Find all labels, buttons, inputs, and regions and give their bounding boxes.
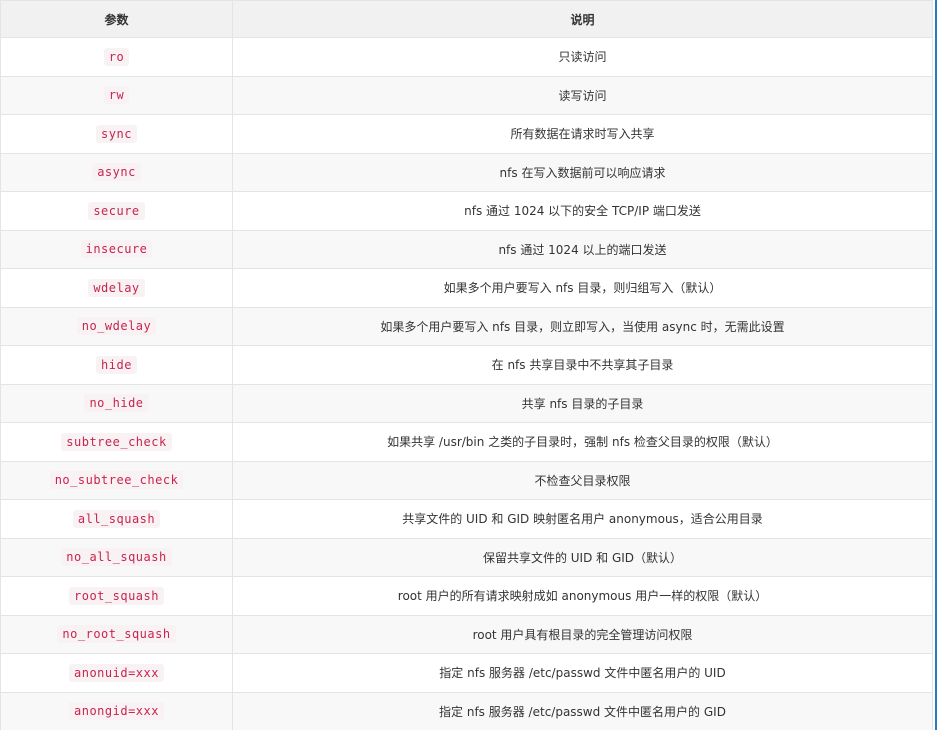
table-row: anongid=xxx 指定 nfs 服务器 /etc/passwd 文件中匿名用… (0, 691, 933, 730)
param-cell: no_subtree_check (0, 460, 233, 500)
table-body: ro 只读访问 rw 读写访问 sync 所有数据在请求时写入共享 async nfs … (0, 37, 933, 730)
param-code: no_root_squash (57, 625, 176, 644)
param-cell: anonuid=xxx (0, 653, 233, 693)
param-cell: sync (0, 114, 233, 154)
nfs-options-table: 参数 说明 ro 只读访问 rw 读写访问 sync 所有数据在请求时写入共享 asy… (0, 0, 933, 730)
table-row: sync 所有数据在请求时写入共享 (0, 114, 933, 154)
param-cell: ro (0, 37, 233, 77)
param-code: subtree_check (61, 432, 172, 451)
param-code: root_squash (69, 586, 164, 605)
table-row: anonuid=xxx 指定 nfs 服务器 /etc/passwd 文件中匿名用… (0, 653, 933, 693)
header-param: 参数 (0, 0, 233, 38)
page: 参数 说明 ro 只读访问 rw 读写访问 sync 所有数据在请求时写入共享 asy… (0, 0, 937, 730)
description-cell: nfs 通过 1024 以下的安全 TCP/IP 端口发送 (232, 191, 933, 231)
param-cell: rw (0, 75, 233, 115)
description-cell: root 用户具有根目录的完全管理访问权限 (232, 614, 933, 654)
param-code: no_hide (84, 394, 149, 413)
param-cell: anongid=xxx (0, 691, 233, 730)
param-cell: root_squash (0, 576, 233, 616)
table-row: no_wdelay 如果多个用户要写入 nfs 目录，则立即写入，当使用 asyn… (0, 306, 933, 346)
description-cell: 共享 nfs 目录的子目录 (232, 383, 933, 423)
description-cell: nfs 通过 1024 以上的端口发送 (232, 229, 933, 269)
table-header: 参数 说明 (0, 0, 933, 38)
table-row: ro 只读访问 (0, 37, 933, 77)
description-cell: 所有数据在请求时写入共享 (232, 114, 933, 154)
param-code: insecure (80, 240, 153, 259)
param-code: async (92, 163, 141, 182)
table-row: async nfs 在写入数据前可以响应请求 (0, 152, 933, 192)
table-row: hide 在 nfs 共享目录中不共享其子目录 (0, 345, 933, 385)
description-cell: 如果多个用户要写入 nfs 目录，则归组写入（默认） (232, 268, 933, 308)
description-cell: 指定 nfs 服务器 /etc/passwd 文件中匿名用户的 UID (232, 653, 933, 693)
table-row: wdelay 如果多个用户要写入 nfs 目录，则归组写入（默认） (0, 268, 933, 308)
param-cell: hide (0, 345, 233, 385)
description-cell: 只读访问 (232, 37, 933, 77)
param-code: no_wdelay (76, 317, 157, 336)
table-row: no_subtree_check 不检查父目录权限 (0, 460, 933, 500)
table-row: subtree_check 如果共享 /usr/bin 之类的子目录时，强制 nf… (0, 422, 933, 462)
description-cell: 保留共享文件的 UID 和 GID（默认） (232, 537, 933, 577)
param-code: anonuid=xxx (69, 663, 164, 682)
table-row: no_root_squash root 用户具有根目录的完全管理访问权限 (0, 614, 933, 654)
param-cell: no_all_squash (0, 537, 233, 577)
param-cell: no_root_squash (0, 614, 233, 654)
param-code: no_all_squash (61, 548, 172, 567)
table-row: no_all_squash 保留共享文件的 UID 和 GID（默认） (0, 537, 933, 577)
param-code: rw (103, 86, 130, 105)
description-cell: 指定 nfs 服务器 /etc/passwd 文件中匿名用户的 GID (232, 691, 933, 730)
description-cell: 如果多个用户要写入 nfs 目录，则立即写入，当使用 async 时，无需此设置 (232, 306, 933, 346)
param-cell: async (0, 152, 233, 192)
param-cell: no_hide (0, 383, 233, 423)
description-cell: 读写访问 (232, 75, 933, 115)
table-row: insecure nfs 通过 1024 以上的端口发送 (0, 229, 933, 269)
param-code: no_subtree_check (49, 471, 184, 490)
table-row: root_squash root 用户的所有请求映射成如 anonymous 用户… (0, 576, 933, 616)
param-code: ro (103, 47, 130, 66)
param-cell: no_wdelay (0, 306, 233, 346)
param-cell: all_squash (0, 499, 233, 539)
description-cell: 不检查父目录权限 (232, 460, 933, 500)
param-code: secure (88, 201, 145, 220)
header-description: 说明 (232, 0, 933, 38)
table-row: all_squash 共享文件的 UID 和 GID 映射匿名用户 anonymo… (0, 499, 933, 539)
table-row: no_hide 共享 nfs 目录的子目录 (0, 383, 933, 423)
param-code: anongid=xxx (69, 702, 164, 721)
param-code: hide (96, 355, 137, 374)
description-cell: nfs 在写入数据前可以响应请求 (232, 152, 933, 192)
param-cell: subtree_check (0, 422, 233, 462)
param-code: wdelay (88, 278, 145, 297)
table-row: rw 读写访问 (0, 75, 933, 115)
header-row: 参数 说明 (0, 0, 933, 38)
param-code: sync (96, 124, 137, 143)
description-cell: 共享文件的 UID 和 GID 映射匿名用户 anonymous，适合公用目录 (232, 499, 933, 539)
param-cell: wdelay (0, 268, 233, 308)
description-cell: root 用户的所有请求映射成如 anonymous 用户一样的权限（默认） (232, 576, 933, 616)
param-code: all_squash (72, 509, 161, 528)
param-cell: insecure (0, 229, 233, 269)
description-cell: 在 nfs 共享目录中不共享其子目录 (232, 345, 933, 385)
table-row: secure nfs 通过 1024 以下的安全 TCP/IP 端口发送 (0, 191, 933, 231)
description-cell: 如果共享 /usr/bin 之类的子目录时，强制 nfs 检查父目录的权限（默认… (232, 422, 933, 462)
param-cell: secure (0, 191, 233, 231)
